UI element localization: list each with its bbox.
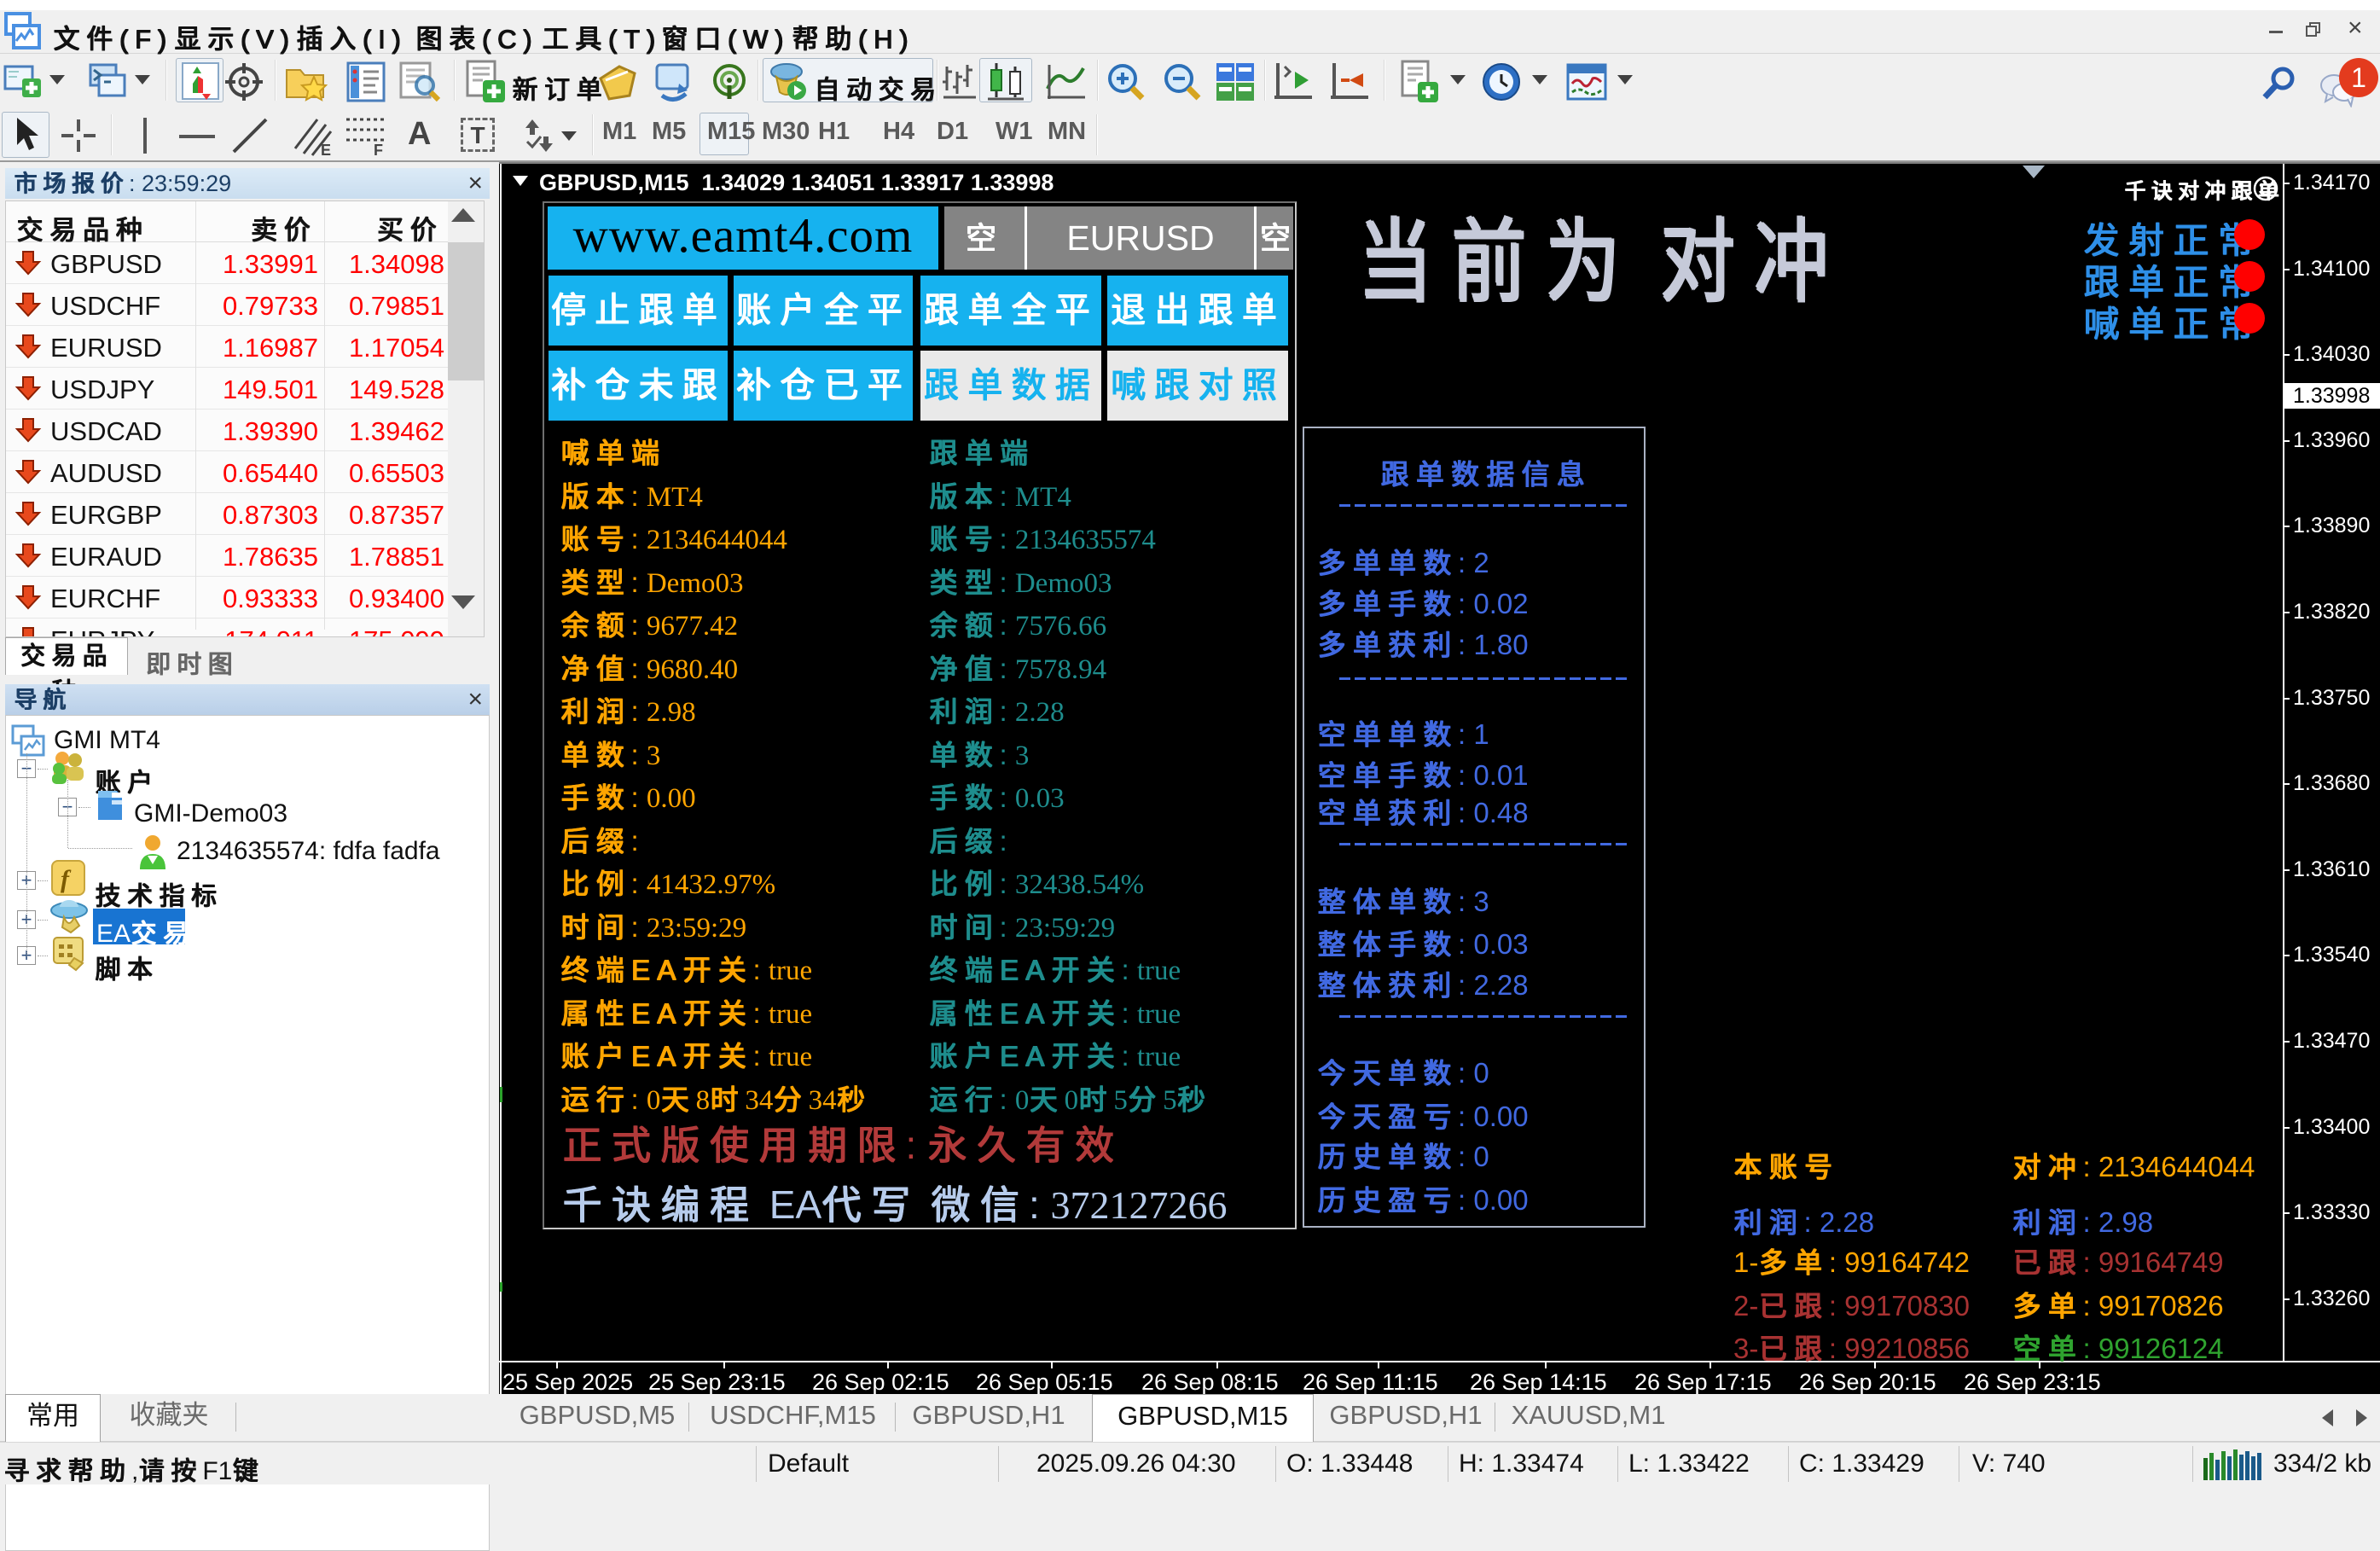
svg-text:1: 1 [2351, 62, 2366, 93]
svg-text:F: F [374, 142, 383, 157]
svg-text:E: E [321, 142, 331, 157]
